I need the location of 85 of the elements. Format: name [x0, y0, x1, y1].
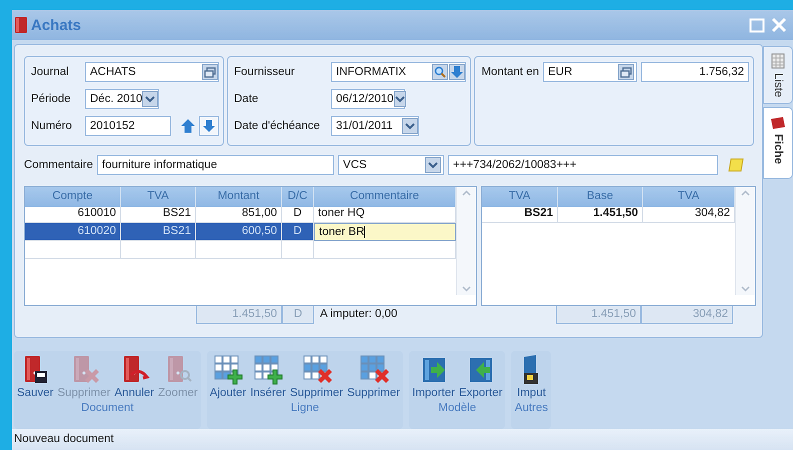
- side-tab[interactable]: Fiche: [763, 107, 793, 180]
- table-cell: 1.451,50: [558, 205, 643, 223]
- field-label: Date: [234, 93, 260, 105]
- chevron-down-icon: [394, 95, 405, 103]
- reference-type-select[interactable]: VCS: [338, 155, 444, 175]
- table-cell: 600,50: [196, 223, 282, 241]
- column-header[interactable]: D/C: [282, 187, 314, 207]
- group-label: Modèle: [438, 402, 476, 414]
- lookup-button[interactable]: [202, 64, 218, 80]
- toolbar-button[interactable]: Insérer: [248, 351, 288, 401]
- total-dc: D: [282, 304, 314, 324]
- field-label: Montant en: [481, 66, 539, 78]
- toolbar-button[interactable]: Ajouter: [208, 351, 248, 401]
- scrollbar[interactable]: [456, 187, 476, 295]
- cell-editor[interactable]: toner BR: [314, 223, 456, 241]
- toolbar-button[interactable]: Supprimer: [345, 351, 402, 401]
- dropdown-button[interactable]: [394, 91, 406, 107]
- table-cell: BS21: [482, 205, 558, 223]
- table-cell: [282, 241, 314, 259]
- lookup-button[interactable]: [618, 64, 634, 80]
- field-label: Numéro: [31, 120, 73, 132]
- currency-field[interactable]: EUR: [543, 62, 637, 82]
- close-icon[interactable]: [771, 17, 787, 33]
- chevron-down-icon: [405, 122, 415, 130]
- field-label: Date d'échéance: [234, 120, 321, 132]
- table-cell: BS21: [121, 223, 196, 241]
- column-header[interactable]: TVA: [482, 187, 558, 207]
- toolbar-button[interactable]: Supprimer: [288, 351, 346, 401]
- dropdown-button[interactable]: [142, 91, 158, 107]
- next-button[interactable]: [199, 116, 219, 136]
- date-select[interactable]: 06/12/2010: [331, 89, 405, 109]
- dropdown-button[interactable]: [449, 64, 466, 80]
- table-cell: 304,82: [643, 205, 735, 223]
- table-row[interactable]: 610020 BS21 600,50 D toner BR: [25, 223, 456, 241]
- table-cell: D: [282, 223, 314, 241]
- date-select[interactable]: Déc. 2010: [85, 89, 159, 109]
- toolbar-button[interactable]: Sauver: [15, 351, 56, 401]
- field-label: Journal: [31, 66, 70, 78]
- comment-field[interactable]: fourniture informatique: [97, 155, 334, 175]
- vat-total: 304,82: [641, 304, 733, 324]
- column-header[interactable]: Base: [558, 187, 643, 207]
- note-icon[interactable]: [728, 158, 744, 172]
- toolbar-button[interactable]: Importer: [410, 351, 457, 401]
- column-header[interactable]: Montant: [196, 187, 282, 207]
- column-header[interactable]: Commentaire: [314, 187, 456, 207]
- scrollbar[interactable]: [735, 187, 755, 295]
- search-button[interactable]: [432, 64, 448, 80]
- field-label: Fournisseur: [234, 66, 296, 78]
- book-icon: [14, 16, 28, 34]
- scroll-down-icon[interactable]: [741, 286, 750, 292]
- toolbar-button[interactable]: Exporter: [456, 351, 504, 401]
- column-header[interactable]: Compte: [25, 187, 121, 207]
- card-icon: [770, 116, 786, 130]
- total-amount: 1.451,50: [196, 304, 282, 324]
- remaining-amount: A imputer: 0,00: [319, 307, 398, 322]
- up-arrow-icon[interactable]: [181, 118, 195, 134]
- grid-icon: [771, 53, 785, 69]
- number-field[interactable]: 2010152: [85, 116, 171, 136]
- group-label: Ligne: [290, 402, 320, 414]
- journal-field[interactable]: ACHATS: [85, 62, 219, 82]
- field-label: Période: [31, 93, 72, 105]
- field-label: Commentaire: [24, 159, 94, 171]
- column-header[interactable]: TVA: [643, 187, 735, 207]
- amount-field[interactable]: 1.756,32: [641, 62, 749, 82]
- window-title: Achats: [31, 16, 82, 34]
- table-cell: 610020: [25, 223, 121, 241]
- scroll-down-icon[interactable]: [462, 286, 471, 292]
- supplier-field[interactable]: INFORMATIX: [331, 62, 466, 82]
- chevron-down-icon: [145, 95, 156, 103]
- group-label: Autres: [514, 402, 548, 414]
- chevron-down-icon: [428, 161, 438, 169]
- dropdown-button[interactable]: [402, 118, 418, 134]
- toolbar-button[interactable]: Annuler: [112, 351, 156, 401]
- column-header[interactable]: TVA: [121, 187, 196, 207]
- scroll-up-icon[interactable]: [462, 190, 471, 196]
- vat-total: 1.451,50: [556, 304, 641, 324]
- date-select[interactable]: 31/01/2011: [331, 116, 419, 136]
- maximize-icon[interactable]: [749, 17, 765, 33]
- reference-field[interactable]: +++734/2062/10083+++: [448, 155, 718, 175]
- status-bar: Nouveau document: [12, 429, 793, 450]
- toolbar-button[interactable]: Imput: [512, 351, 550, 401]
- group-label: Document: [81, 402, 134, 414]
- side-tab[interactable]: Liste: [763, 46, 793, 104]
- dropdown-button[interactable]: [425, 157, 442, 173]
- scroll-up-icon[interactable]: [741, 190, 750, 196]
